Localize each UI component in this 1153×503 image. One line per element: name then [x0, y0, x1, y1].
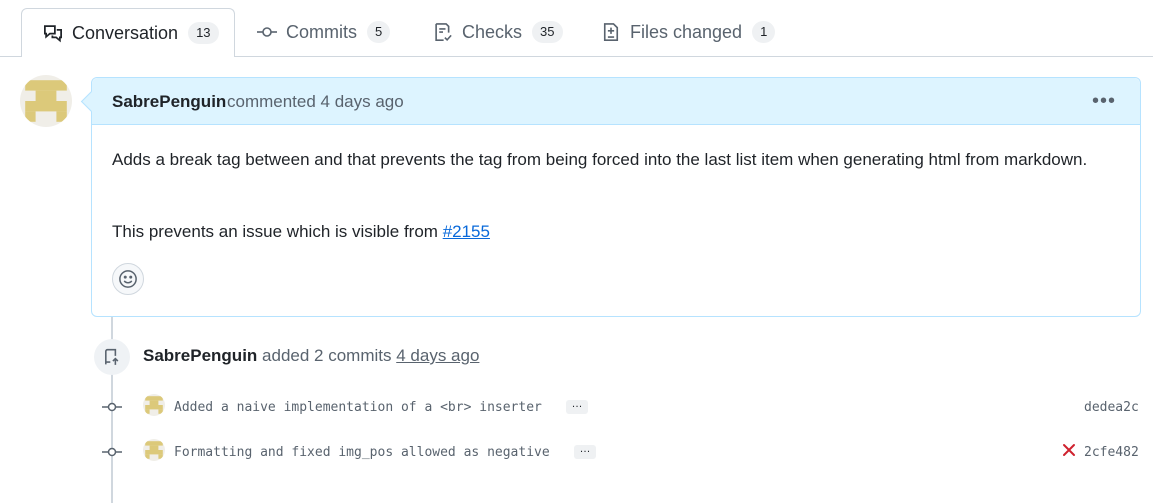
paragraph-text: This prevents an issue which is visible …	[112, 222, 443, 241]
issue-link[interactable]: #2155	[443, 222, 490, 241]
identicon-icon	[25, 80, 67, 122]
expand-commit-button[interactable]: …	[574, 444, 596, 459]
tab-files-changed[interactable]: Files changed 1	[600, 8, 776, 56]
tab-count: 1	[752, 21, 776, 43]
identicon-icon	[145, 396, 163, 414]
comment-author[interactable]: SabrePenguin	[112, 92, 226, 112]
add-reaction-button[interactable]	[112, 263, 144, 295]
comment-paragraph: This prevents an issue which is visible …	[112, 218, 490, 245]
comment-paragraph: Adds a break tag between and that preven…	[112, 150, 1088, 169]
git-commit-icon	[256, 21, 278, 43]
pr-tabs: Conversation 13 Commits 5 Checks 35 File…	[0, 0, 1153, 57]
identicon-icon	[145, 441, 163, 459]
smiley-icon	[119, 270, 137, 288]
tab-label: Checks	[462, 21, 523, 42]
git-commit-icon	[102, 402, 122, 412]
file-diff-icon	[600, 21, 622, 43]
tab-commits[interactable]: Commits 5	[256, 8, 391, 56]
commit-sha[interactable]: dedea2c	[1084, 400, 1139, 415]
tab-count: 13	[188, 22, 219, 44]
tab-count: 35	[532, 21, 563, 43]
comment-meta[interactable]: commented 4 days ago	[227, 92, 404, 112]
tab-label: Conversation	[72, 22, 179, 43]
commits-added-event: SabrePenguin added 2 commits 4 days ago	[143, 346, 479, 366]
repo-push-icon	[105, 348, 119, 365]
commit-message[interactable]: Formatting and fixed img_pos allowed as …	[174, 445, 550, 460]
tab-label: Commits	[286, 21, 357, 42]
comment-header: SabrePenguin commented 4 days ago •••	[92, 78, 1140, 125]
event-author[interactable]: SabrePenguin	[143, 346, 257, 365]
commit-sha[interactable]: 2cfe482	[1084, 445, 1139, 460]
tab-count: 5	[367, 21, 391, 43]
tab-checks[interactable]: Checks 35	[432, 8, 563, 56]
push-event-badge	[94, 339, 130, 375]
expand-commit-button[interactable]: …	[566, 399, 588, 414]
git-commit-icon	[102, 447, 122, 457]
commit-author-avatar[interactable]	[143, 394, 165, 416]
commit-message[interactable]: Added a naive implementation of a <br> i…	[174, 400, 542, 415]
x-fail-icon[interactable]	[1062, 443, 1076, 457]
event-time[interactable]: 4 days ago	[396, 346, 479, 365]
commit-author-avatar[interactable]	[143, 439, 165, 461]
event-action: added 2 commits	[262, 346, 392, 365]
avatar[interactable]	[20, 75, 72, 127]
comment-box: SabrePenguin commented 4 days ago ••• Ad…	[91, 77, 1141, 317]
tab-conversation[interactable]: Conversation 13	[21, 8, 235, 57]
kebab-menu-icon[interactable]: •••	[1092, 90, 1116, 113]
checklist-icon	[432, 21, 454, 43]
tab-label: Files changed	[630, 21, 743, 42]
comment-discussion-icon	[42, 22, 64, 44]
